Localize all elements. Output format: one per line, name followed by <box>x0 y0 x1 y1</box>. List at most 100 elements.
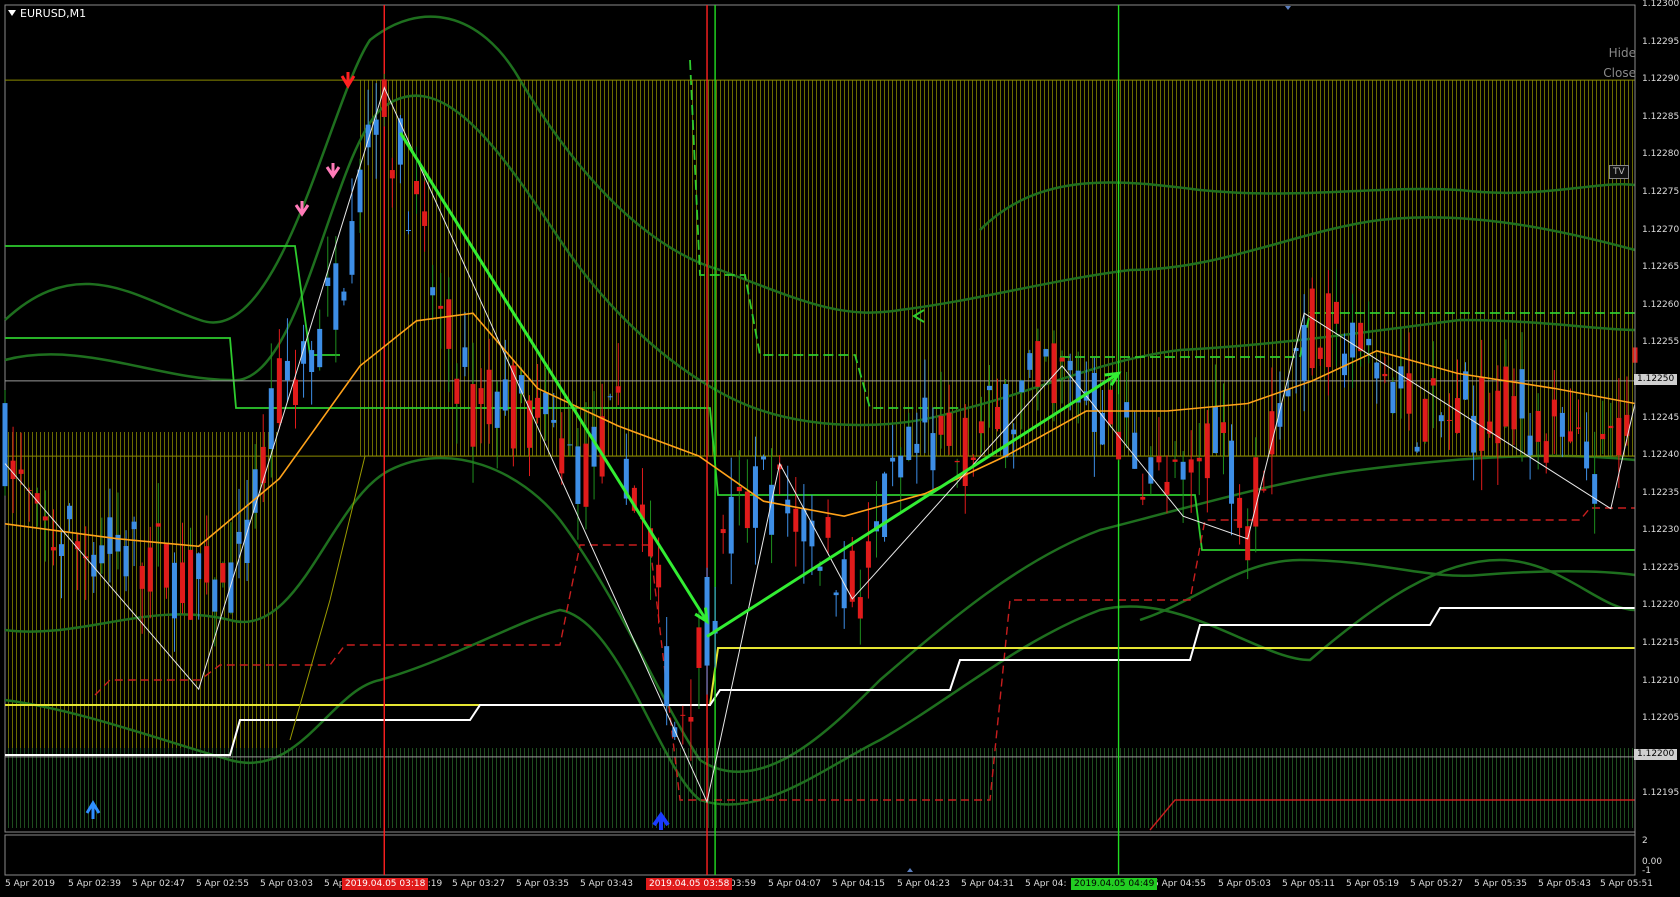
candle-body <box>1156 456 1162 463</box>
hide-button[interactable]: Hide <box>1609 46 1636 60</box>
candle-body <box>1559 412 1565 437</box>
candle-body <box>430 287 436 296</box>
price-tick-label: 1.12195 <box>1642 788 1680 799</box>
candle-body <box>204 546 210 583</box>
candle-body <box>139 565 145 589</box>
candle-body <box>1011 429 1017 435</box>
candle-body <box>1277 403 1283 427</box>
candle-body <box>615 386 621 393</box>
candle-body <box>1543 441 1549 463</box>
candle-body <box>736 486 742 492</box>
candle-body <box>817 566 823 571</box>
subwindow-tick-label: -1 <box>1642 866 1651 876</box>
candle-body <box>1374 362 1380 379</box>
candle-body <box>535 397 541 418</box>
time-tick-label: 5 Apr 04:07 <box>768 879 821 889</box>
candle-body <box>389 170 395 179</box>
candle-body <box>131 521 137 530</box>
candle-body <box>801 508 807 542</box>
candle-body <box>1124 402 1130 418</box>
candle-body <box>930 433 936 471</box>
time-tick-label: 5 Apr 03:35 <box>516 879 569 889</box>
candle-body <box>381 79 387 117</box>
price-tick-label: 1.12225 <box>1642 562 1680 573</box>
candle-body <box>1188 459 1194 473</box>
candle-body <box>567 444 573 446</box>
time-tick-label: 5 Apr 05:43 <box>1538 879 1591 889</box>
candle-body <box>898 455 904 478</box>
candle-body <box>1519 369 1525 419</box>
candle-body <box>42 516 48 521</box>
candle-body <box>1584 441 1590 469</box>
candle-body <box>1600 433 1606 440</box>
candle-body <box>833 592 839 596</box>
candle-body <box>107 517 113 554</box>
candle-body <box>1608 425 1614 429</box>
time-tick-label: 5 Apr 02:39 <box>68 879 121 889</box>
time-tick-label: 5 Apr 05:19 <box>1346 879 1399 889</box>
candle-body <box>99 545 105 564</box>
candle-body <box>228 562 234 613</box>
close-button[interactable]: Close <box>1603 66 1636 80</box>
time-tick-label: 5 Apr 04:55 <box>1153 879 1206 889</box>
candle-body <box>922 397 928 423</box>
tv-badge[interactable]: TV <box>1609 165 1629 179</box>
candle-body <box>1164 481 1170 495</box>
price-tick-label: 1.12295 <box>1642 36 1680 47</box>
time-tick-label: 5 Apr 03:03 <box>260 879 313 889</box>
price-tick-label: 1.12265 <box>1642 262 1680 273</box>
price-tick-label: 1.12270 <box>1642 224 1680 235</box>
candle-body <box>115 534 121 552</box>
candle-body <box>1567 431 1573 442</box>
candle-body <box>18 469 24 474</box>
time-tick-label: 5 Apr 2019 <box>5 879 55 889</box>
candle-body <box>1358 322 1364 352</box>
time-marker-1: 2019.04.05 03:18 <box>342 878 429 890</box>
price-tick-label: 1.12215 <box>1642 638 1680 649</box>
time-tick-label: 5 Apr 03:27 <box>452 879 505 889</box>
price-chart[interactable] <box>0 0 1680 897</box>
candle-body <box>147 547 153 592</box>
price-tick-label: 1.12245 <box>1642 412 1680 423</box>
candle-body <box>1414 446 1420 452</box>
time-marker-3: 2019.04.05 04:49 <box>1071 878 1158 890</box>
candle-body <box>1148 457 1154 484</box>
candle-body <box>954 460 960 463</box>
candle-body <box>696 627 702 668</box>
candle-body <box>1535 410 1541 442</box>
candle-body <box>1019 380 1025 393</box>
candle-body <box>1043 349 1049 357</box>
candle-body <box>454 378 460 404</box>
symbol-timeframe-label[interactable]: EURUSD,M1 <box>8 7 86 20</box>
candle-body <box>212 579 218 612</box>
candle-body <box>1204 423 1210 479</box>
price-tick-label: 1.12220 <box>1642 600 1680 611</box>
candle-body <box>325 277 331 286</box>
time-tick-label: 5 Apr 04:23 <box>897 879 950 889</box>
time-tick-label: 5 Apr 05:51 <box>1600 879 1653 889</box>
candle-body <box>793 508 799 532</box>
candle-body <box>1237 497 1243 528</box>
time-marker-2: 2019.04.05 03:58 <box>646 878 733 890</box>
candle-body <box>946 412 952 446</box>
candle-body <box>575 446 581 504</box>
candle-body <box>583 443 589 507</box>
candle-body <box>720 529 726 534</box>
candle-body <box>1027 353 1033 370</box>
subwindow-tick-label: 2 <box>1642 836 1648 846</box>
time-tick-label: 5 Apr 04: <box>1025 879 1067 889</box>
candle-body <box>849 550 855 602</box>
candle-body <box>470 384 476 447</box>
candle-body <box>906 426 912 461</box>
candle-body <box>292 379 298 406</box>
price-tick-label: 1.12300 <box>1642 0 1680 9</box>
candle-body <box>1220 422 1226 433</box>
indicator-subwindow <box>4 834 1636 876</box>
candle-body <box>1196 457 1202 462</box>
candle-body <box>728 496 734 554</box>
candle-body <box>486 369 492 425</box>
candle-body <box>1091 372 1097 432</box>
candle-body <box>938 415 944 435</box>
candle-body <box>317 328 323 368</box>
candle-body <box>502 379 508 411</box>
